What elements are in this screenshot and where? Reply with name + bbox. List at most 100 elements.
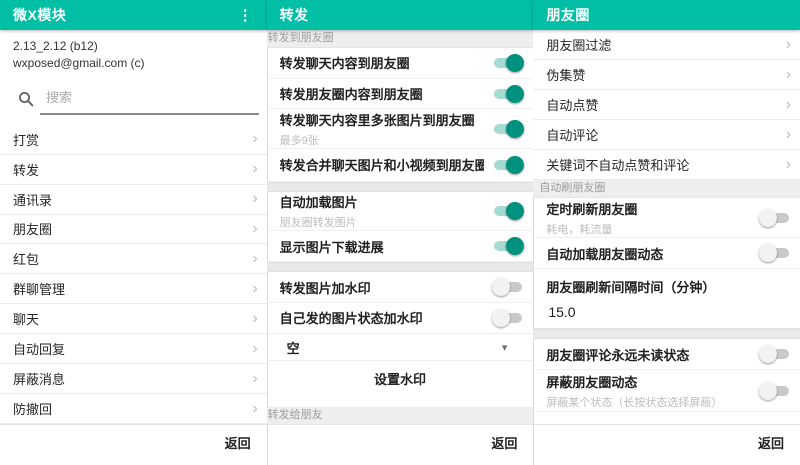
toggle-row-own-image-watermark: 自己发的图片状态加水印 (267, 303, 534, 334)
toggle-show-download-progress[interactable] (492, 237, 524, 255)
sidebar-item-reward[interactable]: 打赏 › (0, 125, 267, 155)
chevron-right-icon: › (786, 157, 791, 173)
setting-subtitle: 屏蔽某个状态（长按状态选择屏蔽） (546, 394, 751, 410)
setting-subtitle: 朋友圈转发图片 (280, 214, 485, 230)
appbar-forward: 转发 (267, 0, 534, 30)
toggle-row-auto-load-moments: 自动加载朋友圈动态 (533, 238, 800, 269)
toggle-row-forward-chat-to-moments: 转发聊天内容到朋友圈 (267, 48, 534, 79)
chevron-right-icon: › (252, 341, 257, 357)
search-row: 搜索 (18, 85, 259, 115)
toggle-block-moments-status[interactable] (759, 382, 791, 400)
refresh-interval-input[interactable]: 15.0 (546, 296, 787, 328)
chevron-right-icon: › (252, 311, 257, 327)
kebab-menu-icon[interactable]: ⋮ (234, 6, 257, 25)
version-text: 2.13_2.12 (b12) (13, 38, 254, 55)
nav-item-label: 朋友圈 (13, 219, 52, 238)
chevron-right-icon: › (252, 281, 257, 297)
chevron-right-icon: › (786, 97, 791, 113)
nav-item-label: 通讯录 (13, 190, 52, 209)
sidebar-item-group-manage[interactable]: 群聊管理 › (0, 274, 267, 304)
back-button[interactable]: 返回 (758, 433, 784, 452)
nav-item-moments-filter[interactable]: 朋友圈过滤 › (533, 30, 800, 60)
setting-subtitle: 最多9张 (280, 132, 485, 148)
section-header-forward-to-moments: 转发到朋友圈 (267, 30, 534, 48)
nav-item-fake-likes[interactable]: 伪集赞 › (533, 60, 800, 90)
toggle-forward-multi-images[interactable] (492, 120, 524, 138)
set-watermark-button[interactable]: 设置水印 (267, 361, 534, 395)
toggle-auto-load-images[interactable] (492, 202, 524, 220)
section-header-label: 转发到朋友圈 (268, 33, 334, 44)
setting-label: 转发合并聊天图片和小视频到朋友圈 (280, 155, 485, 174)
sidebar-item-red-packet[interactable]: 红包 › (0, 244, 267, 274)
sidebar-item-block-message[interactable]: 屏蔽消息 › (0, 364, 267, 394)
section-divider (267, 262, 534, 272)
toggle-timed-refresh[interactable] (759, 209, 791, 227)
nav-item-label: 关键词不自动点赞和评论 (546, 155, 689, 174)
chevron-right-icon: › (252, 191, 257, 207)
setting-label: 显示图片下载进展 (280, 237, 485, 256)
page-title: 转发 (280, 5, 309, 25)
toggle-own-image-watermark[interactable] (492, 309, 524, 327)
chevron-right-icon: › (252, 401, 257, 417)
nav-item-label: 聊天 (13, 309, 39, 328)
section-header-auto-refresh-moments: 自动刷朋友圈 (533, 180, 800, 198)
toggle-auto-load-moments[interactable] (759, 244, 791, 262)
search-icon (18, 91, 34, 107)
section-divider (267, 182, 534, 192)
nav-item-label: 防撤回 (13, 399, 52, 418)
setting-label: 转发图片加水印 (280, 278, 485, 297)
toggle-row-forward-image-watermark: 转发图片加水印 (267, 272, 534, 303)
caret-down-icon: ▾ (502, 341, 508, 354)
setting-label: 自己发的图片状态加水印 (280, 308, 485, 327)
sidebar-item-moments[interactable]: 朋友圈 › (0, 215, 267, 245)
sidebar-item-auto-reply[interactable]: 自动回复 › (0, 334, 267, 364)
back-bar: 返回 (533, 424, 800, 465)
chevron-right-icon: › (252, 251, 257, 267)
chevron-right-icon: › (252, 221, 257, 237)
back-button[interactable]: 返回 (491, 433, 517, 452)
page-title: 朋友圈 (546, 5, 590, 25)
nav-item-auto-comment[interactable]: 自动评论 › (533, 120, 800, 150)
toggle-forward-image-watermark[interactable] (492, 278, 524, 296)
toggle-forward-moments-to-moments[interactable] (492, 85, 524, 103)
back-bar: 返回 (267, 425, 534, 465)
chevron-right-icon: › (786, 127, 791, 143)
setting-label: 朋友圈评论永远未读状态 (546, 345, 751, 364)
section-header-label: 转发给朋友 (268, 410, 323, 421)
nav-item-label: 自动评论 (546, 125, 598, 144)
sidebar-item-chat[interactable]: 聊天 › (0, 304, 267, 334)
section-header-label: 自动刷朋友圈 (539, 183, 605, 194)
toggle-row-forward-moments-to-moments: 转发朋友圈内容到朋友圈 (267, 79, 534, 110)
nav-item-auto-like[interactable]: 自动点赞 › (533, 90, 800, 120)
sidebar-item-forward[interactable]: 转发 › (0, 155, 267, 185)
app-title: 微X模块 (13, 5, 66, 25)
setting-label: 屏蔽朋友圈动态 (546, 372, 751, 391)
nav-item-label: 群聊管理 (13, 279, 65, 298)
toggle-row-timed-refresh: 定时刷新朋友圈 耗电，耗流量 (533, 198, 800, 238)
toggle-row-show-download-progress: 显示图片下载进展 (267, 231, 534, 262)
nav-item-label: 自动点赞 (546, 95, 598, 114)
search-input[interactable]: 搜索 (40, 85, 259, 115)
watermark-style-select[interactable]: 空 ▾ (267, 334, 534, 362)
back-button[interactable]: 返回 (225, 433, 251, 452)
select-value: 空 (287, 338, 300, 357)
toggle-forward-merged-media[interactable] (492, 156, 524, 174)
sidebar-item-anti-recall[interactable]: 防撤回 › (0, 394, 267, 424)
nav-item-label: 打赏 (13, 130, 39, 149)
toggle-comment-always-unread[interactable] (759, 345, 791, 363)
panel-moments-settings: 朋友圈 朋友圈过滤 › 伪集赞 › 自动点赞 › 自动评论 › 关键词不自动点赞… (533, 0, 800, 465)
sidebar-item-contacts[interactable]: 通讯录 › (0, 185, 267, 215)
nav-item-label: 自动回复 (13, 339, 65, 358)
nav-item-label: 朋友圈过滤 (546, 35, 611, 54)
setting-subtitle: 耗电，耗流量 (546, 221, 751, 237)
nav-item-keyword-no-auto[interactable]: 关键词不自动点赞和评论 › (533, 150, 800, 180)
setting-label: 转发聊天内容里多张图片到朋友圈 (280, 110, 485, 129)
nav-item-label: 伪集赞 (546, 65, 585, 84)
toggle-row-comment-always-unread: 朋友圈评论永远未读状态 (533, 339, 800, 370)
panel-forward-settings: 转发 转发到朋友圈 转发聊天内容到朋友圈 转发朋友圈内容到朋友圈 转发聊天内容里… (267, 0, 534, 465)
chevron-right-icon: › (252, 161, 257, 177)
chevron-right-icon: › (786, 67, 791, 83)
chevron-right-icon: › (252, 371, 257, 387)
toggle-forward-chat-to-moments[interactable] (492, 54, 524, 72)
setting-label: 自动加载图片 (280, 192, 485, 211)
